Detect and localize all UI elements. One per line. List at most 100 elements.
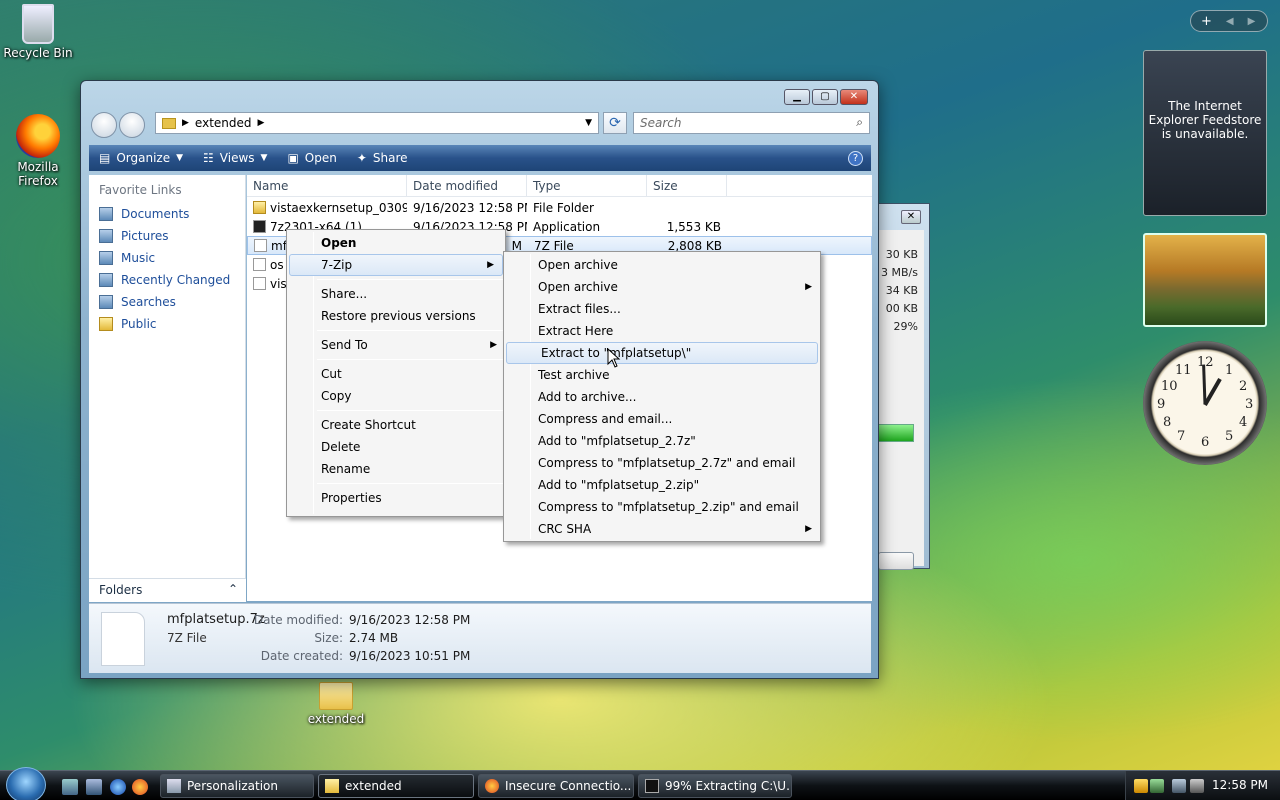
clock-number: 7 (1177, 429, 1186, 444)
menu-item-7zip[interactable]: 7-Zip ▶ (289, 254, 503, 276)
network-icon[interactable] (1172, 779, 1186, 793)
security-shield-icon[interactable] (1134, 779, 1148, 793)
zip-menu-extract-here[interactable]: Extract Here (504, 320, 820, 342)
clock-number: 6 (1201, 435, 1210, 450)
details-date-modified: 9/16/2023 12:58 PM (349, 613, 471, 627)
submenu-arrow-icon: ▶ (805, 524, 812, 534)
row-date: 9/16/2023 12:58 PM (413, 200, 527, 215)
menu-separator (317, 483, 503, 484)
back-button[interactable] (91, 112, 117, 138)
taskbar-button-extended[interactable]: extended (318, 774, 474, 798)
taskbar-button-label: Personalization (187, 779, 278, 793)
recycle-bin-desktop-icon[interactable]: Recycle Bin (0, 4, 76, 60)
share-button[interactable]: ✦ Share (357, 151, 408, 165)
help-icon[interactable]: ? (848, 150, 863, 166)
chevron-right-icon: ▶ (257, 118, 265, 128)
zip-menu-open-archive[interactable]: Open archive (504, 254, 820, 276)
address-bar[interactable]: ▶ extended ▶ ▼ (155, 112, 599, 134)
menu-item-create-shortcut[interactable]: Create Shortcut (287, 414, 505, 436)
taskbar-button-firefox[interactable]: Insecure Connectio... (478, 774, 634, 798)
zip-menu-test-archive[interactable]: Test archive (504, 364, 820, 386)
organize-button[interactable]: ▤ Organize ▼ (99, 151, 183, 165)
menu-item-open[interactable]: Open (287, 232, 505, 254)
taskbar-button-label: Insecure Connectio... (505, 779, 632, 793)
open-button[interactable]: ▣ Open (287, 151, 336, 165)
zip-menu-compress-to-7z-email[interactable]: Compress to "mfplatsetup_2.7z" and email (504, 452, 820, 474)
menu-item-share[interactable]: Share... (287, 283, 505, 305)
table-row[interactable]: vistaexkernsetup_0309... 9/16/2023 12:58… (247, 198, 872, 217)
progress-cancel-button[interactable] (878, 552, 914, 570)
folder-icon (325, 779, 339, 793)
column-header-type[interactable]: Type (527, 175, 647, 196)
column-header-name[interactable]: Name (247, 175, 407, 196)
zip-menu-add-to-7z[interactable]: Add to "mfplatsetup_2.7z" (504, 430, 820, 452)
show-desktop-icon[interactable] (62, 779, 78, 795)
firefox-quicklaunch-icon[interactable] (132, 779, 148, 795)
menu-item-delete[interactable]: Delete (287, 436, 505, 458)
windows-update-icon[interactable] (1150, 779, 1164, 793)
nav-link-music[interactable]: Music (89, 247, 245, 269)
zip-menu-extract-to[interactable]: Extract to "mfplatsetup\" (506, 342, 818, 364)
sidebar-prev-icon[interactable]: ◀ (1226, 16, 1234, 27)
menu-item-cut[interactable]: Cut (287, 363, 505, 385)
submenu-arrow-icon: ▶ (805, 282, 812, 292)
menu-item-copy[interactable]: Copy (287, 385, 505, 407)
address-dropdown-icon[interactable]: ▼ (585, 118, 592, 128)
zip-menu-add-to-zip[interactable]: Add to "mfplatsetup_2.zip" (504, 474, 820, 496)
close-button[interactable]: ✕ (840, 89, 868, 105)
volume-muted-icon[interactable] (1190, 779, 1204, 793)
share-icon: ✦ (356, 151, 367, 165)
nav-link-label: Music (121, 251, 156, 265)
zip-menu-add-to-archive[interactable]: Add to archive... (504, 386, 820, 408)
refresh-button[interactable]: ⟳ (603, 112, 627, 134)
taskbar-button-personalization[interactable]: Personalization (160, 774, 314, 798)
sidebar-add-gadget-button[interactable]: + (1201, 14, 1212, 29)
zip-menu-compress-to-zip-email[interactable]: Compress to "mfplatsetup_2.zip" and emai… (504, 496, 820, 518)
switch-windows-icon[interactable] (86, 779, 102, 795)
folders-toggle[interactable]: Folders ⌃ (89, 578, 246, 602)
window-controls: ▁ ▢ ✕ (784, 89, 868, 105)
nav-link-searches[interactable]: Searches (89, 291, 245, 313)
extended-folder-desktop-icon[interactable]: extended (298, 682, 374, 726)
menu-item-rename[interactable]: Rename (287, 458, 505, 480)
zip-menu-crc-sha[interactable]: CRC SHA ▶ (504, 518, 820, 540)
nav-link-label: Searches (121, 295, 176, 309)
column-header-date-modified[interactable]: Date modified (407, 175, 527, 196)
firefox-desktop-icon[interactable]: Mozilla Firefox (0, 114, 76, 188)
file-icon (253, 276, 266, 290)
slideshow-gadget[interactable] (1143, 233, 1267, 327)
clock-time[interactable]: 12:58 PM (1212, 778, 1268, 792)
menu-item-properties[interactable]: Properties (287, 487, 505, 509)
forward-button[interactable] (119, 112, 145, 138)
maximize-button[interactable]: ▢ (812, 89, 838, 105)
progress-content: 30 KB 3 MB/s 34 KB 00 KB 29% (878, 230, 924, 570)
search-input[interactable]: Search ⌕ (633, 112, 870, 134)
nav-link-documents[interactable]: Documents (89, 203, 245, 225)
start-button[interactable] (6, 767, 46, 800)
menu-item-restore-previous-versions[interactable]: Restore previous versions (287, 305, 505, 327)
sidebar-next-icon[interactable]: ▶ (1248, 16, 1256, 27)
open-icon: ▣ (287, 151, 299, 165)
feed-headlines-gadget[interactable]: The Internet Explorer Feedstore is unava… (1143, 50, 1267, 216)
views-label: Views (219, 151, 255, 165)
menu-item-send-to[interactable]: Send To ▶ (287, 334, 505, 356)
menu-item-send-to-label: Send To (321, 338, 368, 352)
internet-explorer-icon[interactable] (110, 779, 126, 795)
column-header-size[interactable]: Size (647, 175, 727, 196)
views-button[interactable]: ☷ Views ▼ (203, 151, 267, 165)
nav-link-pictures[interactable]: Pictures (89, 225, 245, 247)
clock-gadget: 12 1 2 3 4 5 6 7 8 9 10 11 (1143, 341, 1267, 465)
nav-link-recently-changed[interactable]: Recently Changed (89, 269, 245, 291)
progress-close-button[interactable]: ✕ (901, 210, 921, 224)
firefox-icon (16, 114, 60, 158)
zip-menu-open-archive-sub[interactable]: Open archive ▶ (504, 276, 820, 298)
submenu-arrow-icon: ▶ (490, 340, 497, 350)
taskbar-button-extracting[interactable]: 99% Extracting C:\U... (638, 774, 792, 798)
row-type: Application (533, 219, 601, 234)
zip-menu-extract-files[interactable]: Extract files... (504, 298, 820, 320)
minimize-button[interactable]: ▁ (784, 89, 810, 105)
zip-menu-compress-and-email[interactable]: Compress and email... (504, 408, 820, 430)
recycle-bin-label: Recycle Bin (3, 46, 73, 60)
favorite-links-header: Favorite Links (99, 183, 182, 197)
nav-link-public[interactable]: Public (89, 313, 245, 335)
